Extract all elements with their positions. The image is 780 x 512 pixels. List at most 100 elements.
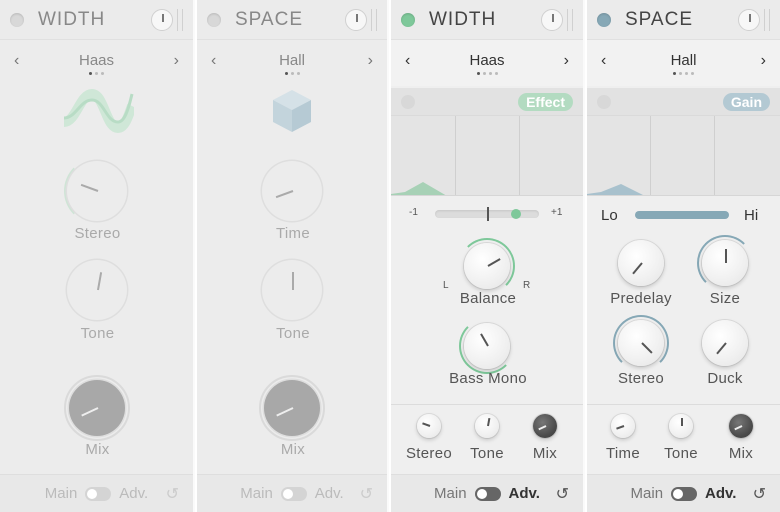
effect-badge[interactable]: Effect bbox=[518, 93, 573, 111]
reset-icon[interactable]: ↺ bbox=[166, 484, 179, 504]
width-panel-faded: WIDTH ‹ Haas › Stereo Tone Mix Main Adv.… bbox=[0, 0, 195, 512]
tone-knob[interactable] bbox=[262, 260, 322, 320]
tone-knob[interactable] bbox=[669, 414, 693, 438]
preset-dots bbox=[391, 72, 583, 75]
power-icon[interactable] bbox=[151, 8, 173, 31]
reset-icon[interactable]: ↺ bbox=[360, 484, 373, 504]
slider-min-label: Lo bbox=[601, 207, 618, 224]
tone-label: Tone bbox=[664, 445, 698, 462]
adv-label: Adv. bbox=[119, 485, 149, 502]
predelay-knob[interactable] bbox=[618, 240, 664, 286]
slider-fill[interactable] bbox=[635, 211, 729, 219]
reset-icon[interactable]: ↺ bbox=[753, 484, 766, 504]
tone-label: Tone bbox=[276, 325, 310, 342]
reset-icon[interactable]: ↺ bbox=[556, 484, 569, 504]
mix-knob[interactable] bbox=[533, 414, 557, 438]
panel-header: WIDTH bbox=[391, 0, 583, 40]
enable-led[interactable] bbox=[597, 12, 611, 27]
stereo-knob[interactable] bbox=[417, 414, 441, 438]
stereo-knob[interactable] bbox=[618, 320, 664, 366]
enable-led[interactable] bbox=[401, 12, 415, 27]
size-knob[interactable] bbox=[702, 240, 748, 286]
enable-led[interactable] bbox=[10, 12, 24, 27]
time-knob[interactable] bbox=[262, 161, 322, 221]
mix-label: Mix bbox=[85, 441, 110, 458]
power-icon[interactable] bbox=[345, 8, 367, 31]
preset-name[interactable]: Haas bbox=[391, 52, 583, 69]
balance-knob[interactable] bbox=[464, 243, 510, 289]
panel-header: WIDTH bbox=[0, 0, 193, 40]
quick-controls: Time Tone Mix bbox=[587, 404, 780, 474]
tone-label: Tone bbox=[80, 325, 115, 342]
preset-name[interactable]: Haas bbox=[0, 52, 193, 69]
panel-header: SPACE bbox=[197, 0, 387, 40]
hall-cube-icon bbox=[273, 90, 311, 132]
panel-footer: Main Adv. ↺ bbox=[0, 474, 193, 512]
enable-led[interactable] bbox=[207, 12, 221, 27]
adv-label: Adv. bbox=[314, 485, 344, 502]
width-panel-active: WIDTH ‹ Haas › Effect -1 +1 L R Balance … bbox=[391, 0, 585, 512]
power-icon[interactable] bbox=[738, 8, 760, 31]
adv-label: Adv. bbox=[508, 485, 540, 502]
duck-knob[interactable] bbox=[702, 320, 748, 366]
gain-subheader: Gain bbox=[587, 88, 780, 116]
drag-grip-icon[interactable] bbox=[567, 8, 573, 31]
next-preset-icon[interactable]: › bbox=[368, 52, 373, 70]
effect-led[interactable] bbox=[401, 95, 415, 109]
panel-title: SPACE bbox=[625, 8, 694, 30]
main-adv-toggle[interactable] bbox=[474, 486, 501, 501]
main-adv-toggle[interactable] bbox=[85, 486, 112, 501]
mix-label: Mix bbox=[280, 441, 306, 458]
drag-grip-icon[interactable] bbox=[371, 8, 377, 31]
stereo-label: Stereo bbox=[406, 445, 452, 462]
slider-min-label: -1 bbox=[409, 207, 418, 218]
mix-label: Mix bbox=[728, 445, 754, 462]
preset-dots bbox=[197, 72, 387, 75]
bass-mono-knob[interactable] bbox=[464, 323, 510, 369]
size-label: Size bbox=[709, 290, 741, 307]
haas-wave-icon bbox=[62, 88, 134, 134]
lo-hi-slider[interactable]: Lo Hi bbox=[587, 204, 780, 226]
space-panel-faded: SPACE ‹ Hall › Time Tone Mix Main Adv. ↺ bbox=[197, 0, 389, 512]
time-knob[interactable] bbox=[611, 414, 635, 438]
preset-nav: ‹ Haas › bbox=[391, 40, 583, 86]
mix-knob[interactable] bbox=[264, 380, 320, 436]
mix-knob[interactable] bbox=[69, 380, 125, 436]
next-preset-icon[interactable]: › bbox=[761, 52, 766, 70]
stereo-label: Stereo bbox=[74, 225, 121, 242]
power-icon[interactable] bbox=[541, 8, 563, 31]
stereo-label: Stereo bbox=[618, 370, 664, 387]
gain-graph bbox=[587, 116, 780, 196]
tone-knob[interactable] bbox=[475, 414, 499, 438]
preset-nav: ‹ Hall › bbox=[587, 40, 780, 86]
quick-controls: Stereo Tone Mix bbox=[391, 404, 583, 474]
space-panel-active: SPACE ‹ Hall › Gain Lo Hi Predelay Size … bbox=[587, 0, 780, 512]
effect-subheader: Effect bbox=[391, 88, 583, 116]
preset-name[interactable]: Hall bbox=[587, 52, 780, 69]
next-preset-icon[interactable]: › bbox=[174, 52, 179, 70]
preset-nav: ‹ Hall › bbox=[197, 40, 387, 86]
preset-dots bbox=[587, 72, 780, 75]
panel-footer: Main Adv. ↺ bbox=[391, 474, 583, 512]
main-label: Main bbox=[44, 485, 78, 502]
preset-name[interactable]: Hall bbox=[197, 52, 387, 69]
main-label: Main bbox=[630, 485, 664, 502]
mix-knob[interactable] bbox=[729, 414, 753, 438]
balance-label: Balance bbox=[459, 290, 517, 307]
stereo-knob[interactable] bbox=[67, 161, 127, 221]
drag-grip-icon[interactable] bbox=[764, 8, 770, 31]
bass-mono-label: Bass Mono bbox=[449, 370, 527, 387]
tone-knob[interactable] bbox=[67, 260, 127, 320]
next-preset-icon[interactable]: › bbox=[564, 52, 569, 70]
balance-slider[interactable]: -1 +1 bbox=[391, 204, 583, 224]
main-label: Main bbox=[434, 485, 467, 502]
gain-badge[interactable]: Gain bbox=[722, 93, 770, 111]
predelay-label: Predelay bbox=[610, 290, 672, 307]
gain-led[interactable] bbox=[597, 95, 611, 109]
main-adv-toggle[interactable] bbox=[671, 486, 698, 501]
panel-header: SPACE bbox=[587, 0, 780, 40]
slider-thumb[interactable] bbox=[511, 209, 521, 219]
main-adv-toggle[interactable] bbox=[280, 486, 307, 501]
panel-title: WIDTH bbox=[38, 8, 106, 30]
drag-grip-icon[interactable] bbox=[177, 8, 183, 31]
